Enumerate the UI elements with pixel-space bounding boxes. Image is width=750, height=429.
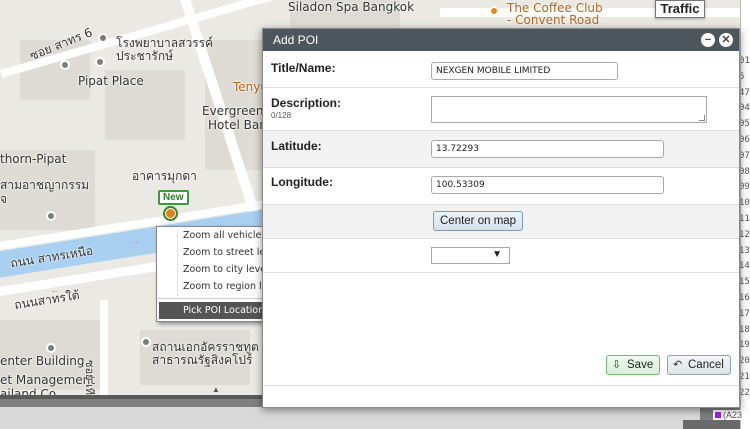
longitude-input[interactable]: 100.53309	[431, 176, 664, 194]
description-row: Description: 0/128	[263, 88, 739, 131]
oneway-arrow-icon: ←	[50, 285, 60, 296]
map-label: สามอาชญากรรม	[0, 178, 90, 192]
map-label: ailand Co.	[0, 387, 60, 395]
map-label: ซอย เทียน	[83, 360, 96, 395]
dialog-footer	[263, 385, 739, 407]
side-list-number: 12	[740, 229, 750, 240]
latitude-label: Latitude:	[271, 139, 322, 153]
side-list-number: 09	[740, 182, 750, 193]
cancel-button-label: Cancel	[688, 359, 724, 371]
description-counter: 0/128	[271, 111, 292, 120]
map-label: et Management	[0, 373, 95, 387]
horizontal-scrollbar[interactable]	[0, 407, 700, 429]
side-list-number: 13	[740, 245, 750, 256]
map-poi-pin[interactable]	[46, 343, 56, 353]
side-list-number: 06	[740, 135, 750, 145]
save-button[interactable]: ⇩ Save	[606, 355, 661, 375]
category-row: ▼	[263, 239, 739, 273]
map-museum-pin[interactable]	[46, 211, 56, 221]
status-tag-text: (A23	[723, 410, 743, 420]
map-label: อาคารมุกดา	[132, 169, 197, 183]
side-list-number: 19	[740, 340, 750, 351]
side-list-number: 16	[740, 293, 750, 303]
add-poi-dialog: Add POI − ✕ Title/Name: NEXGEN MOBILE LI…	[262, 28, 740, 408]
side-list-number: 20	[740, 356, 750, 367]
map-label: Hotel Ban	[208, 118, 267, 132]
save-icon: ⇩	[612, 359, 622, 371]
side-list-number: 17	[740, 308, 750, 319]
map-road	[100, 300, 108, 395]
new-poi-marker[interactable]	[163, 206, 178, 221]
side-list-number: 22	[740, 387, 750, 398]
side-list-number: 10	[740, 198, 750, 209]
side-list-number: 21	[740, 372, 750, 382]
vehicle-status-tag: (A23	[713, 410, 743, 420]
map-museum-pin[interactable]	[141, 337, 151, 347]
side-list-number: 47	[740, 87, 750, 98]
map-label: จ	[0, 192, 8, 206]
center-on-map-button[interactable]: Center on map	[433, 211, 524, 231]
side-list-number: 5	[741, 72, 744, 83]
map-label: โรงพยาบาลสวรรค์	[116, 36, 214, 50]
description-textarea[interactable]	[431, 96, 707, 123]
map-label: Pipat Place	[78, 74, 144, 88]
map-label: - Convent Road	[507, 13, 600, 27]
center-row: Center on map	[263, 205, 739, 239]
map-poi-pin[interactable]	[98, 33, 108, 43]
traffic-button[interactable]: Traffic	[655, 0, 705, 18]
map-label: สถานเอกอัครราชทูต	[152, 340, 259, 354]
longitude-row: Longitude: 100.53309	[263, 168, 739, 205]
map-label: Siladon Spa Bangkok	[288, 0, 415, 14]
save-button-label: Save	[627, 359, 654, 371]
dialog-title: Add POI	[273, 33, 319, 47]
close-icon[interactable]: ✕	[719, 33, 733, 47]
description-label: Description:	[271, 96, 342, 110]
side-list-strip[interactable]: 01 5 47 04 05 06 07 08 09 10 11 12 13 14 15 16 17 18 19 20 2…	[740, 0, 750, 429]
side-list-number: 05	[740, 119, 750, 130]
latitude-row: Latitude: 13.72293	[263, 131, 739, 168]
resize-grip-icon[interactable]	[699, 115, 705, 121]
side-list-number: 08	[740, 166, 750, 177]
chevron-down-icon: ▼	[492, 249, 502, 260]
scrollbar-thumb[interactable]	[683, 420, 743, 429]
map-label: สาธารณรัฐสิงคโปร์	[152, 353, 253, 367]
map-label: enter Building	[0, 354, 85, 368]
cancel-button[interactable]: ↶ Cancel	[667, 355, 731, 375]
title-row: Title/Name: NEXGEN MOBILE LIMITED	[263, 51, 739, 88]
category-select[interactable]: ▼	[431, 247, 510, 264]
map-poi-pin[interactable]	[95, 57, 105, 67]
side-list-number: 11	[740, 214, 750, 224]
side-list-number: 07	[740, 150, 750, 161]
side-list-number: 01	[740, 56, 750, 66]
status-color-icon	[715, 412, 721, 418]
oneway-arrow-icon: →	[130, 236, 140, 247]
menu-gutter	[177, 229, 178, 297]
map-label: thorn-Pipat	[0, 152, 67, 166]
map-label: ประชารักษ์	[116, 49, 174, 63]
map-cafe-pin[interactable]	[489, 6, 499, 16]
longitude-label: Longitude:	[271, 175, 333, 189]
minimize-icon[interactable]: −	[701, 33, 715, 47]
latitude-input[interactable]: 13.72293	[431, 140, 664, 158]
title-label: Title/Name:	[271, 61, 336, 75]
dialog-titlebar[interactable]: Add POI − ✕	[263, 29, 739, 51]
map-poi-pin[interactable]	[60, 60, 70, 70]
title-input[interactable]: NEXGEN MOBILE LIMITED	[431, 62, 618, 80]
side-list-number: 04	[740, 103, 750, 114]
side-list-number: 14	[740, 261, 750, 272]
side-list-number: 18	[740, 324, 750, 335]
collapse-arrow-icon[interactable]: ▲	[212, 385, 220, 394]
side-list-number: 15	[740, 277, 750, 288]
undo-icon: ↶	[673, 359, 683, 371]
new-marker-label: New	[158, 190, 189, 205]
